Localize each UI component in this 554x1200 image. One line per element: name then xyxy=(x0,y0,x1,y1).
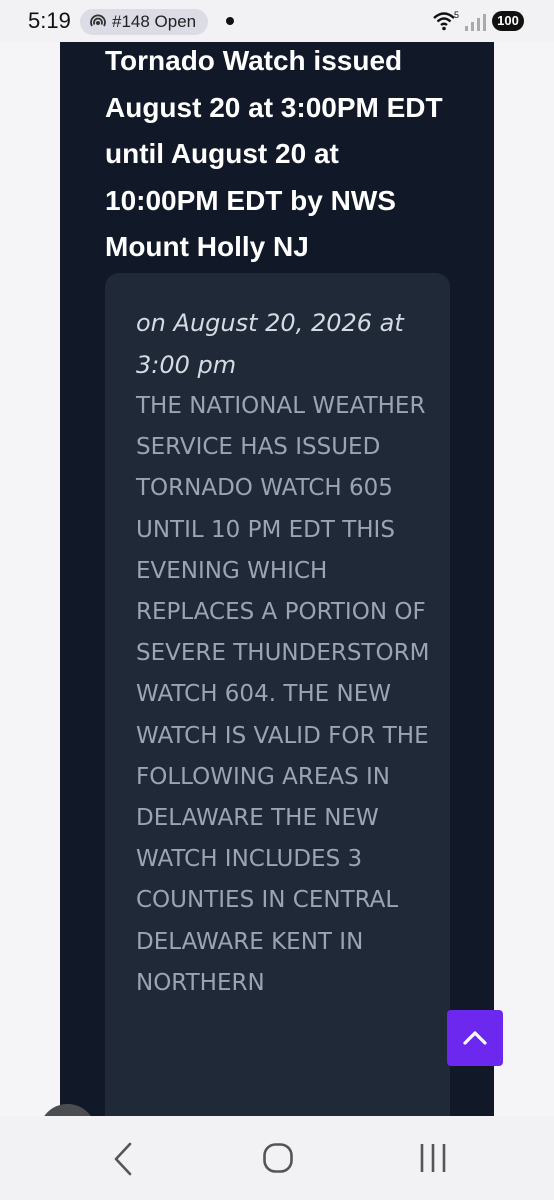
alert-card: on August 20, 2026 at 3:00 pm THE NATION… xyxy=(105,273,450,1116)
article-panel: Tornado Watch issued August 20 at 3:00PM… xyxy=(60,42,494,1116)
notification-pill[interactable]: #148 Open xyxy=(80,9,208,35)
alert-title: Tornado Watch issued August 20 at 3:00PM… xyxy=(105,45,443,262)
notification-pill-label: #148 Open xyxy=(112,12,197,31)
scroll-to-top-button[interactable] xyxy=(447,1010,503,1066)
signal-icon xyxy=(465,14,486,31)
chevron-up-icon xyxy=(463,1031,487,1045)
wifi-icon: 5 xyxy=(433,10,459,31)
home-icon[interactable] xyxy=(262,1142,294,1174)
page-background: Tornado Watch issued August 20 at 3:00PM… xyxy=(0,42,554,1116)
back-icon[interactable] xyxy=(108,1140,138,1178)
status-time: 5:19 xyxy=(28,8,71,33)
status-bar: 5:19 #148 Open 5 100 xyxy=(0,0,554,42)
svg-text:5: 5 xyxy=(454,10,459,20)
alert-date: on August 20, 2026 at 3:00 pm xyxy=(136,309,404,379)
recent-apps-icon[interactable] xyxy=(418,1142,448,1174)
alert-body: THE NATIONAL WEATHER SERVICE HAS ISSUED … xyxy=(136,393,430,996)
podcast-icon xyxy=(90,14,106,27)
dot-icon xyxy=(226,17,234,25)
navigation-bar xyxy=(0,1116,554,1200)
battery-icon: 100 xyxy=(492,11,524,31)
